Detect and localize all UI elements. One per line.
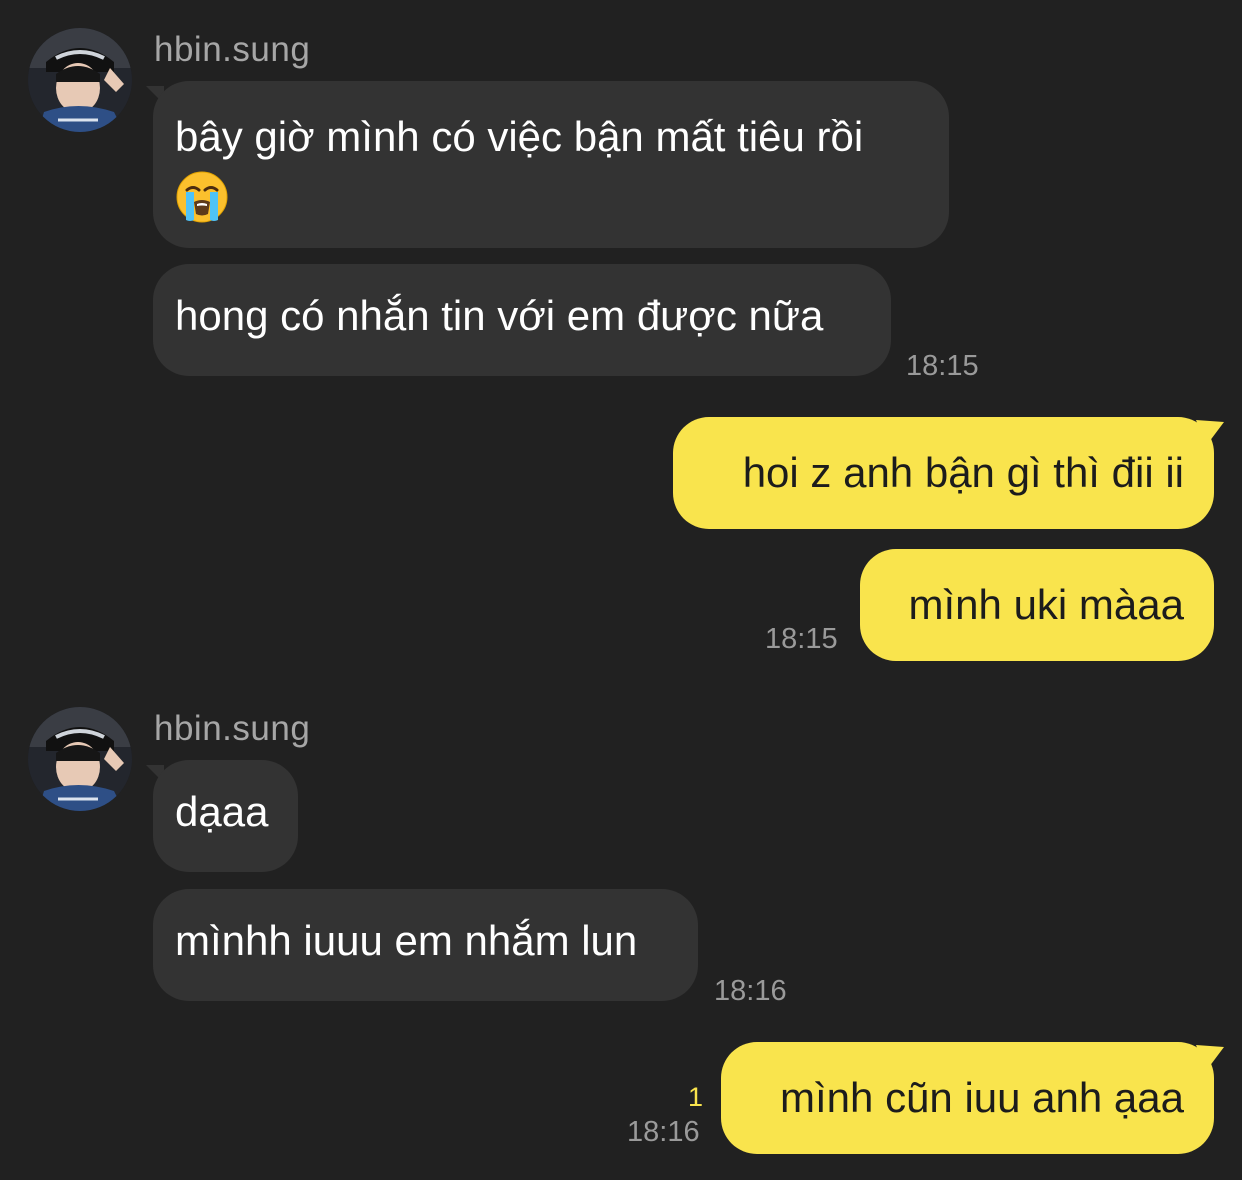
message-bubble[interactable]: hong có nhắn tin với em được nữa [153, 264, 891, 376]
profile-photo [28, 28, 132, 132]
message-bubble[interactable]: hoi z anh bận gì thì đii ii [673, 417, 1214, 529]
message-bubble[interactable]: mình uki màaa [860, 549, 1214, 661]
message-timestamp: 18:15 [765, 623, 838, 655]
message-text: mình cũn iuu anh ạaa [780, 1074, 1184, 1121]
message-timestamp: 18:16 [627, 1116, 700, 1148]
message-timestamp: 18:15 [906, 350, 979, 382]
avatar[interactable] [28, 28, 132, 132]
message-bubble[interactable]: mìnhh iuuu em nhắm lun [153, 889, 698, 1001]
unread-count: 1 [688, 1082, 704, 1112]
message-bubble[interactable]: dạaa [153, 760, 298, 872]
loudly-crying-face-icon [175, 170, 229, 224]
message-timestamp: 18:16 [714, 975, 787, 1007]
message-text: bây giờ mình có việc bận mất tiêu rồi [175, 113, 864, 160]
bubble-tail [1196, 420, 1224, 446]
sender-name: hbin.sung [154, 709, 311, 748]
message-text: dạaa [175, 788, 269, 835]
message-bubble[interactable]: mình cũn iuu anh ạaa [721, 1042, 1214, 1154]
message-bubble[interactable]: bây giờ mình có việc bận mất tiêu rồi [153, 81, 949, 248]
message-text: hong có nhắn tin với em được nữa [175, 292, 824, 339]
bubble-tail [1196, 1045, 1224, 1071]
sender-name: hbin.sung [154, 30, 311, 69]
message-text: mìnhh iuuu em nhắm lun [175, 917, 638, 964]
profile-photo [28, 707, 132, 811]
avatar[interactable] [28, 707, 132, 811]
message-text: mình uki màaa [908, 581, 1184, 628]
message-text: hoi z anh bận gì thì đii ii [742, 449, 1184, 496]
